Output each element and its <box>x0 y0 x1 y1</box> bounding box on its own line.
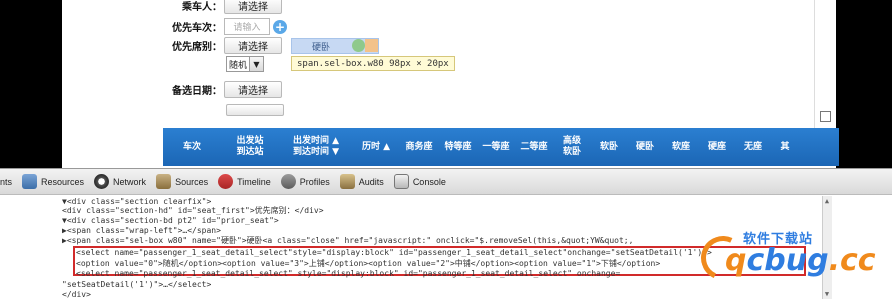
column-header[interactable]: 一等座 <box>477 142 515 153</box>
partial-button[interactable] <box>226 104 284 116</box>
devtools-tab-label: Network <box>113 176 147 187</box>
right-panel-strip <box>814 0 836 128</box>
passenger-label: 乘车人： <box>182 2 222 13</box>
column-header[interactable]: 硬座 <box>699 142 735 153</box>
column-header[interactable]: 软卧 <box>591 142 627 153</box>
filter-checkbox[interactable] <box>820 111 831 122</box>
priority-train-row: 优先车次： 请输入 + <box>172 18 287 35</box>
code-line[interactable]: </div> <box>62 289 91 299</box>
devtools-tab-network[interactable]: Network <box>94 174 146 189</box>
devtools-tab-console[interactable]: Console <box>393 174 446 189</box>
code-scrollbar[interactable]: ▲ ▼ <box>822 196 832 299</box>
devtools-tab-label: Audits <box>358 176 384 187</box>
seat-tag-label: 硬卧 <box>312 43 331 53</box>
seat-tag-close-icon[interactable] <box>352 39 365 52</box>
passenger-select-button[interactable]: 请选择 <box>224 0 282 14</box>
priority-train-input[interactable]: 请输入 <box>224 18 270 35</box>
column-header[interactable]: 出发时间 ▲ 到达时间 ▼ <box>279 136 353 158</box>
console-icon <box>393 174 409 189</box>
sources-icon <box>156 174 172 189</box>
column-header[interactable]: 硬卧 <box>627 142 663 153</box>
priority-seat-row: 优先席别： 请选择 <box>172 37 282 54</box>
column-header[interactable]: 其 <box>771 142 799 153</box>
code-line[interactable]: <select name="passenger_1_seat_detail_se… <box>76 247 712 258</box>
priority-seat-label: 优先席别： <box>172 42 222 53</box>
resources-icon <box>22 174 38 189</box>
devtools-tab-sources[interactable]: Sources <box>156 174 208 189</box>
column-header[interactable]: 软座 <box>663 142 699 153</box>
audits-icon <box>339 174 355 189</box>
seat-detail-select[interactable]: 随机 ▼ <box>226 56 264 72</box>
elements-code-view: ▲ ▼ ▼<div class="section clearfix"> <div… <box>0 196 892 299</box>
column-header[interactable]: 特等座 <box>439 142 477 153</box>
code-line[interactable]: ▶<span class="sel-box w80" name="硬卧">硬卧<… <box>62 235 633 246</box>
devtools-tab-timeline[interactable]: Timeline <box>218 174 271 189</box>
backup-date-label: 备选日期： <box>172 86 222 97</box>
scroll-up-icon[interactable]: ▲ <box>822 196 832 206</box>
booking-page: 乘车人： 请选择 优先车次： 请输入 + 优先席别： 请选择 硬卧 随机 ▼ s… <box>0 0 892 168</box>
seat-detail-value: 随机 <box>226 56 250 72</box>
seat-tag-margin-overlay <box>365 39 378 52</box>
add-icon[interactable]: + <box>273 19 287 34</box>
network-icon <box>94 174 110 189</box>
devtools-tab-label: Profiles <box>299 176 330 187</box>
column-header[interactable]: 二等座 <box>515 142 553 153</box>
devtools-tab-resources[interactable]: Resources <box>22 174 84 189</box>
devtools-tab-nts[interactable]: nts <box>0 177 12 187</box>
backup-date-select-button[interactable]: 请选择 <box>224 81 282 98</box>
passenger-row: 乘车人： 请选择 <box>172 0 282 14</box>
column-header[interactable]: 商务座 <box>399 142 439 153</box>
devtools-toolbar: nts Resources Network Sources Timeline Profil… <box>0 168 892 195</box>
column-header[interactable]: 车次 <box>163 142 221 153</box>
devtools-tab-label: Sources <box>175 176 209 187</box>
tooltip-text: span.sel-box.w80 98px × 20px <box>297 58 449 69</box>
chevron-down-icon[interactable]: ▼ <box>250 56 264 72</box>
priority-seat-select-button[interactable]: 请选择 <box>224 37 282 54</box>
column-header[interactable]: 出发站 到达站 <box>221 136 279 158</box>
devtools-inspect-tooltip: span.sel-box.w80 98px × 20px <box>291 56 455 71</box>
timeline-icon <box>218 174 234 189</box>
column-header[interactable]: 历时 ▲ <box>353 142 399 153</box>
right-black-bar <box>836 0 892 168</box>
code-line[interactable]: <select name="passenger_1_seat_detail_se… <box>76 268 620 279</box>
column-header[interactable]: 无座 <box>735 142 771 153</box>
devtools-tab-audits[interactable]: Audits <box>339 174 384 189</box>
column-header[interactable]: 高级 软卧 <box>553 136 591 158</box>
devtools-tab-label: nts <box>0 176 13 187</box>
devtools-tab-label: Timeline <box>237 176 271 187</box>
devtools-tab-label: Resources <box>41 176 85 187</box>
left-black-bar <box>0 0 62 168</box>
devtools-tab-profiles[interactable]: Profiles <box>280 174 330 189</box>
priority-train-label: 优先车次： <box>172 23 222 34</box>
scroll-down-icon[interactable]: ▼ <box>822 289 832 299</box>
backup-date-row: 备选日期： 请选择 <box>172 81 282 98</box>
devtools-tab-label: Console <box>412 176 446 187</box>
devtools-panel: nts Resources Network Sources Timeline Profil… <box>0 168 892 299</box>
train-table-header: 车次 出发站 到达站 出发时间 ▲ 到达时间 ▼ 历时 ▲ 商务座 特等座 一等座 二等座 高级 软卧… <box>163 128 839 166</box>
profiles-icon <box>280 174 296 189</box>
partial-button-row <box>226 104 284 116</box>
